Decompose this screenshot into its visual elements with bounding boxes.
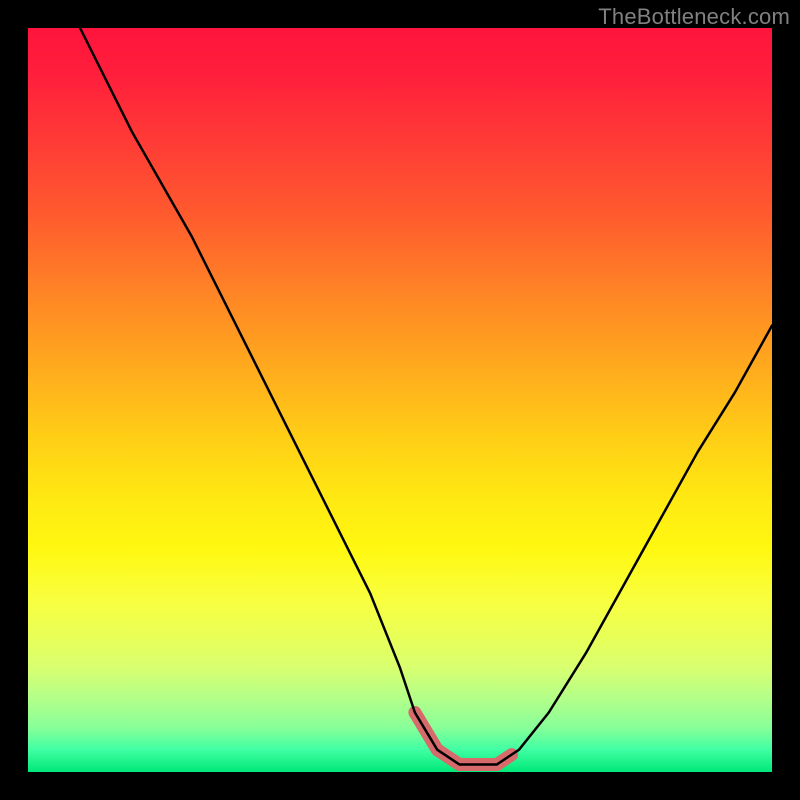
- chart-frame: TheBottleneck.com: [0, 0, 800, 800]
- plot-area: [28, 28, 772, 772]
- watermark-text: TheBottleneck.com: [598, 4, 790, 30]
- bottleneck-curve: [80, 28, 772, 765]
- curve-svg: [28, 28, 772, 772]
